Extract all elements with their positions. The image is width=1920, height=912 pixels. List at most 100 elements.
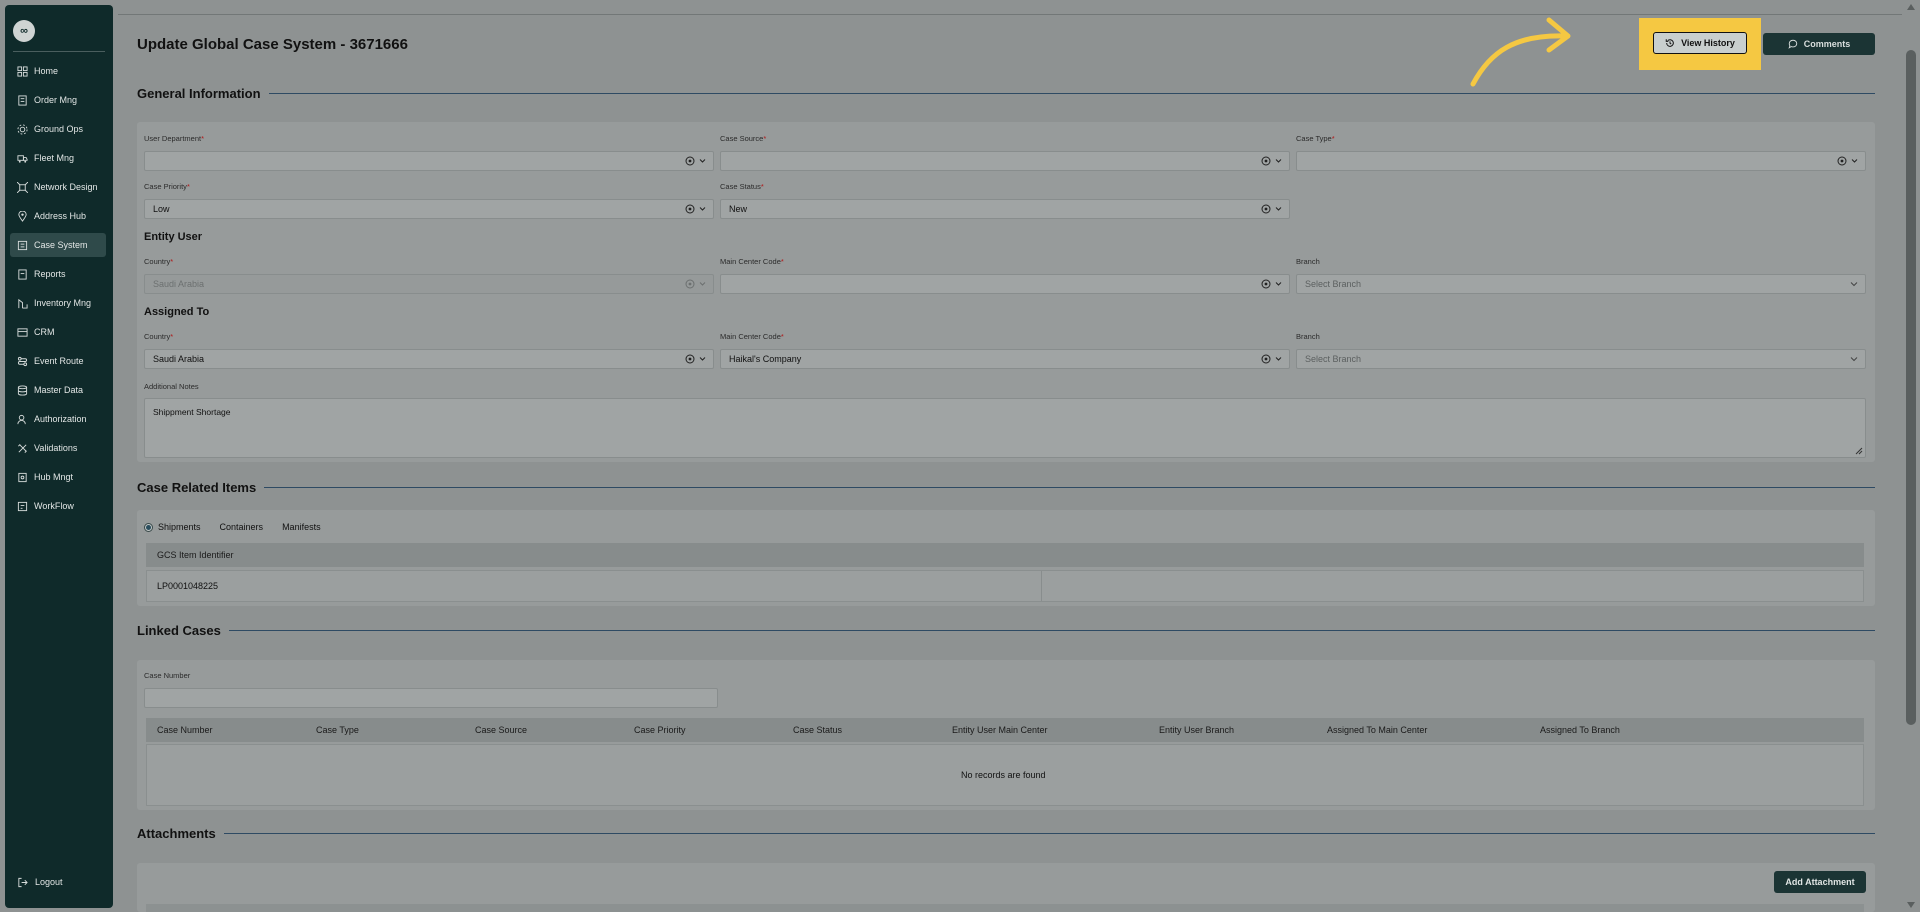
sidebar-item-label: Validations xyxy=(34,443,78,453)
sidebar-item-fleet-mng[interactable]: Fleet Mng xyxy=(10,146,106,170)
column-header-case-number[interactable]: Case Number xyxy=(157,725,213,735)
logout-button[interactable]: Logout xyxy=(16,876,63,888)
sidebar-item-label: Reports xyxy=(34,269,66,279)
sidebar-item-order-mng[interactable]: Order Mng xyxy=(10,88,106,112)
column-divider xyxy=(1041,571,1042,601)
scroll-down-icon[interactable] xyxy=(1907,902,1915,908)
truck-icon xyxy=(16,152,28,164)
column-header-assigned-to-main-center[interactable]: Assigned To Main Center xyxy=(1327,725,1427,735)
database-icon xyxy=(16,384,28,396)
comments-label: Comments xyxy=(1803,39,1851,49)
case-priority-label: Case Priority* xyxy=(144,182,190,191)
section-title: General Information xyxy=(137,86,261,101)
section-rule xyxy=(264,487,1875,488)
case-related-items-heading: Case Related Items xyxy=(137,480,1875,495)
sidebar-item-hub-mngt[interactable]: Hub Mngt xyxy=(10,465,106,489)
page-scrollbar[interactable] xyxy=(1902,0,1920,912)
column-header-assigned-to-branch[interactable]: Assigned To Branch xyxy=(1540,725,1620,735)
reports-icon xyxy=(16,268,28,280)
linked-cases-heading: Linked Cases xyxy=(137,623,1875,638)
assigned-country-select[interactable]: Saudi Arabia xyxy=(144,349,714,369)
logout-icon xyxy=(16,876,28,888)
assigned-main-center-label: Main Center Code* xyxy=(720,332,784,341)
home-icon xyxy=(16,65,28,77)
attachments-heading: Attachments xyxy=(137,826,1875,841)
table-row[interactable] xyxy=(146,570,1864,602)
app-logo[interactable]: ∞ xyxy=(13,20,35,42)
sidebar-item-network-design[interactable]: Network Design xyxy=(10,175,106,199)
column-header-entity-user-main-center[interactable]: Entity User Main Center xyxy=(952,725,1048,735)
comments-button[interactable]: Comments xyxy=(1763,33,1875,55)
tab-containers[interactable]: Containers xyxy=(220,522,264,532)
hub-icon xyxy=(16,471,28,483)
add-attachment-button[interactable]: Add Attachment xyxy=(1774,871,1866,893)
case-source-select[interactable] xyxy=(720,151,1290,171)
assigned-branch-select[interactable]: Select Branch xyxy=(1296,349,1866,369)
sidebar-item-label: Master Data xyxy=(34,385,84,395)
validations-icon xyxy=(16,442,28,454)
sidebar-item-address-hub[interactable]: Address Hub xyxy=(10,204,106,228)
tab-shipments[interactable]: Shipments xyxy=(158,522,201,532)
sidebar-item-label: Address Hub xyxy=(34,211,87,221)
case-priority-select[interactable]: Low xyxy=(144,199,714,219)
sidebar-item-master-data[interactable]: Master Data xyxy=(10,378,106,402)
column-header-entity-user-branch[interactable]: Entity User Branch xyxy=(1159,725,1234,735)
entity-country-select[interactable]: Saudi Arabia xyxy=(144,274,714,294)
sidebar-item-label: WorkFlow xyxy=(34,501,74,511)
sidebar-item-label: Authorization xyxy=(34,414,87,424)
column-header-case-status[interactable]: Case Status xyxy=(793,725,842,735)
case-status-label: Case Status* xyxy=(720,182,764,191)
column-header-case-priority[interactable]: Case Priority xyxy=(634,725,686,735)
view-history-highlight: View History xyxy=(1639,18,1761,70)
gcs-item-cell: LP0001048225 xyxy=(157,581,219,591)
sidebar-item-crm[interactable]: CRM xyxy=(10,320,106,344)
sidebar-item-ground-ops[interactable]: Ground Ops xyxy=(10,117,106,141)
scroll-thumb[interactable] xyxy=(1906,50,1916,725)
sidebar-item-reports[interactable]: Reports xyxy=(10,262,106,286)
sidebar-item-event-route[interactable]: Event Route xyxy=(10,349,106,373)
sidebar-item-workflow[interactable]: WorkFlow xyxy=(10,494,106,518)
route-icon xyxy=(16,355,28,367)
user-department-select[interactable] xyxy=(144,151,714,171)
additional-notes-label: Additional Notes xyxy=(144,382,199,391)
sidebar-item-label: Order Mng xyxy=(34,95,78,105)
column-header-case-source[interactable]: Case Source xyxy=(475,725,527,735)
sidebar-item-home[interactable]: Home xyxy=(10,59,106,83)
section-title: Linked Cases xyxy=(137,623,221,638)
assigned-main-center-select[interactable]: Haikal's Company xyxy=(720,349,1290,369)
user-icon xyxy=(16,413,28,425)
sidebar-item-inventory-mng[interactable]: Inventory Mng xyxy=(10,291,106,315)
view-history-button[interactable]: View History xyxy=(1653,32,1747,54)
empty-state-message: No records are found xyxy=(961,770,1046,780)
case-type-select[interactable] xyxy=(1296,151,1866,171)
ground-ops-icon xyxy=(16,123,28,135)
section-rule xyxy=(268,93,1875,94)
column-header-gcs-item-identifier[interactable]: GCS Item Identifier xyxy=(157,550,234,560)
tab-manifests[interactable]: Manifests xyxy=(282,522,321,532)
order-icon xyxy=(16,94,28,106)
shipments-radio[interactable] xyxy=(144,522,153,532)
sidebar-item-label: Hub Mngt xyxy=(34,472,74,482)
sidebar-item-authorization[interactable]: Authorization xyxy=(10,407,106,431)
scroll-up-icon[interactable] xyxy=(1907,4,1915,10)
annotation-arrow-icon xyxy=(1470,17,1571,87)
sidebar-item-case-system[interactable]: Case System xyxy=(10,233,106,257)
entity-main-center-select[interactable] xyxy=(720,274,1290,294)
sidebar-divider xyxy=(13,51,105,52)
workflow-icon xyxy=(16,500,28,512)
entity-branch-select[interactable]: Select Branch xyxy=(1296,274,1866,294)
case-number-input[interactable] xyxy=(144,688,718,708)
additional-notes-textarea[interactable]: Shippment Shortage xyxy=(144,398,1866,458)
entity-main-center-label: Main Center Code* xyxy=(720,257,784,266)
column-header-case-type[interactable]: Case Type xyxy=(316,725,359,735)
crm-icon xyxy=(16,326,28,338)
sidebar-item-label: Network Design xyxy=(34,182,98,192)
logout-label: Logout xyxy=(35,877,63,887)
network-icon xyxy=(16,181,28,193)
case-status-select[interactable]: New xyxy=(720,199,1290,219)
section-title: Attachments xyxy=(137,826,216,841)
case-type-label: Case Type* xyxy=(1296,134,1335,143)
sidebar: ∞ Home Order Mng Ground Ops Fleet Mng Ne… xyxy=(5,5,113,908)
resize-handle-icon[interactable] xyxy=(1855,447,1863,455)
sidebar-item-validations[interactable]: Validations xyxy=(10,436,106,460)
